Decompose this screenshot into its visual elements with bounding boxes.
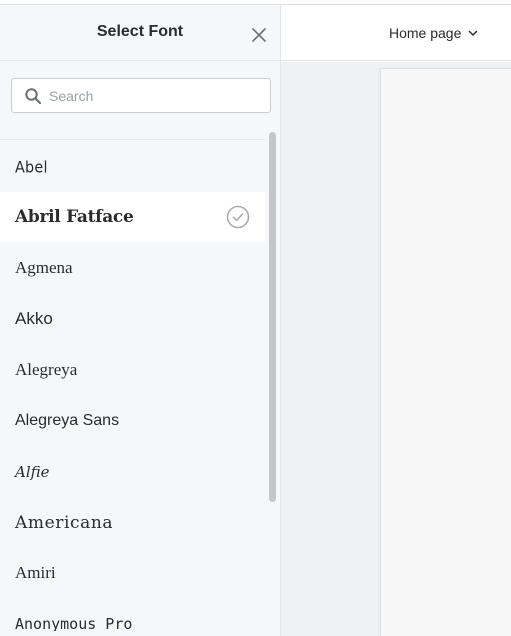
font-item-akko[interactable]: Akko	[0, 294, 265, 344]
font-item-label: Americana	[15, 513, 114, 533]
top-toolbar: Home page	[281, 5, 511, 61]
font-item-anonymous-pro[interactable]: Anonymous Pro	[0, 599, 265, 631]
search-section	[0, 62, 280, 140]
page-selector-label: Home page	[389, 25, 462, 41]
chevron-down-icon	[469, 30, 478, 36]
font-item-label: Abril Fatface	[15, 207, 134, 227]
font-item-abril-fatface[interactable]: Abril Fatface	[0, 192, 265, 242]
font-item-label: Alfie	[15, 463, 50, 481]
panel-header: Select Font	[0, 5, 280, 61]
search-box[interactable]	[11, 78, 271, 113]
editor-canvas	[281, 62, 511, 636]
font-item-label: Alegreya	[15, 360, 78, 379]
page-selector[interactable]: Home page	[389, 23, 479, 43]
search-icon	[25, 88, 42, 105]
font-item-alegreya-sans[interactable]: Alegreya Sans	[0, 396, 265, 446]
font-item-agmena[interactable]: Agmena	[0, 243, 265, 293]
close-icon	[252, 28, 266, 42]
font-item-label: Amiri	[15, 563, 56, 582]
search-input[interactable]	[49, 80, 264, 111]
close-button[interactable]	[249, 25, 269, 45]
font-item-label: Alegreya Sans	[15, 412, 120, 429]
font-item-label: Abel	[15, 157, 48, 177]
scrollbar-thumb[interactable]	[269, 132, 276, 502]
font-item-amiri[interactable]: Amiri	[0, 548, 265, 598]
font-item-abel[interactable]: Abel	[0, 142, 265, 192]
font-item-alfie[interactable]: Alfie	[0, 447, 265, 497]
panel-title: Select Font	[96, 23, 184, 40]
page-preview[interactable]	[380, 68, 511, 636]
check-circle-icon	[226, 205, 250, 229]
font-item-label: Agmena	[15, 258, 73, 277]
font-item-americana[interactable]: Americana	[0, 498, 265, 548]
font-list: Abel Abril Fatface Agmena Akko Alegreya …	[0, 136, 265, 631]
font-item-label: Akko	[15, 309, 53, 328]
font-item-alegreya[interactable]: Alegreya	[0, 345, 265, 395]
font-item-label: Anonymous Pro	[15, 615, 133, 631]
